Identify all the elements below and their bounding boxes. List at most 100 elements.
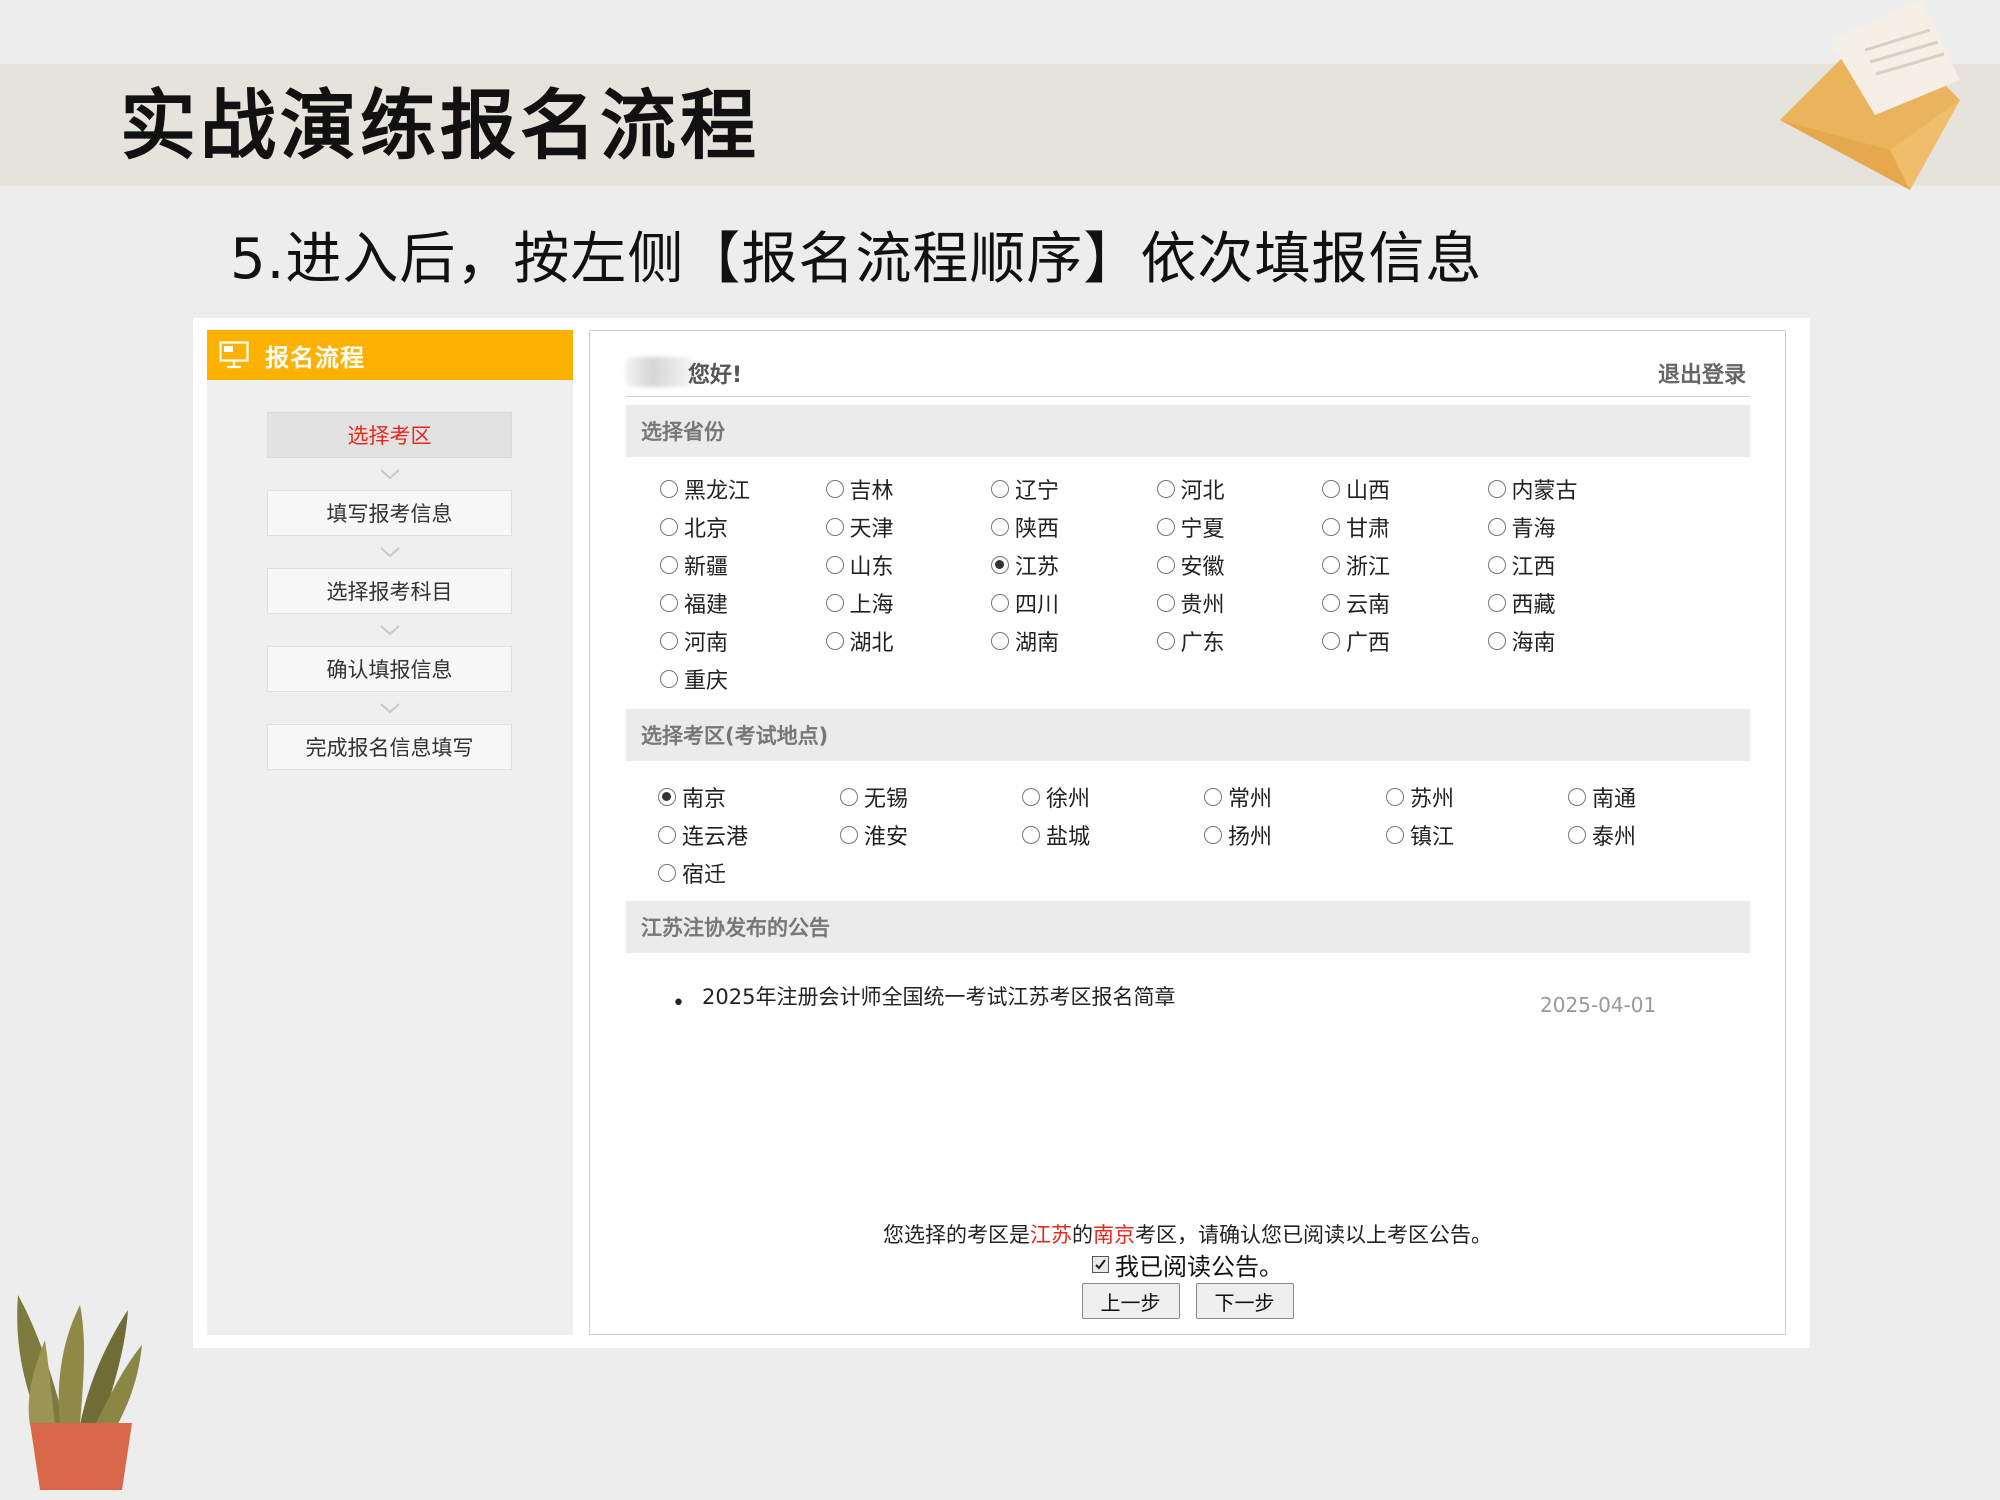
radio-circle[interactable] [825, 556, 844, 574]
province-radio[interactable]: 内蒙古 [1487, 473, 1578, 505]
province-radio[interactable]: 青海 [1487, 511, 1556, 543]
province-radio[interactable]: 宁夏 [1156, 511, 1225, 543]
province-radio[interactable]: 江苏 [991, 549, 1059, 581]
province-radio[interactable]: 西藏 [1487, 587, 1556, 619]
radio-circle[interactable] [660, 670, 678, 688]
step-complete[interactable]: 完成报名信息填写 [267, 724, 512, 770]
province-radio[interactable]: 重庆 [660, 663, 728, 695]
radio-circle[interactable] [1386, 826, 1404, 844]
radio-circle[interactable] [658, 826, 676, 844]
province-radio[interactable]: 安徽 [1156, 549, 1225, 581]
radio-circle[interactable] [1156, 632, 1175, 650]
province-radio-label: 宁夏 [1180, 517, 1225, 542]
area-radio[interactable]: 淮安 [840, 819, 908, 851]
radio-circle[interactable] [825, 518, 844, 536]
radio-circle[interactable] [840, 826, 858, 844]
radio-circle[interactable] [1156, 556, 1175, 574]
province-radio[interactable]: 广西 [1322, 625, 1390, 657]
step-select-subjects[interactable]: 选择报考科目 [267, 568, 512, 614]
radio-circle[interactable] [1568, 788, 1586, 806]
step-fill-info[interactable]: 填写报考信息 [267, 490, 512, 536]
province-radio[interactable]: 北京 [660, 511, 728, 543]
radio-circle[interactable] [658, 788, 676, 806]
area-radio[interactable]: 连云港 [658, 819, 748, 851]
radio-circle[interactable] [991, 594, 1009, 612]
province-radio[interactable]: 山东 [825, 549, 894, 581]
province-radio[interactable]: 陕西 [991, 511, 1059, 543]
radio-circle[interactable] [1568, 826, 1586, 844]
area-radio[interactable]: 无锡 [840, 781, 908, 813]
radio-circle[interactable] [1022, 788, 1040, 806]
province-radio[interactable]: 湖北 [825, 625, 894, 657]
province-radio[interactable]: 广东 [1156, 625, 1225, 657]
radio-circle[interactable] [1156, 480, 1175, 498]
radio-circle[interactable] [1204, 788, 1222, 806]
province-radio[interactable]: 辽宁 [991, 473, 1059, 505]
province-radio[interactable]: 吉林 [825, 473, 894, 505]
province-radio[interactable]: 四川 [991, 587, 1059, 619]
province-radio[interactable]: 江西 [1487, 549, 1556, 581]
area-radio[interactable]: 扬州 [1204, 819, 1272, 851]
radio-circle[interactable] [1322, 556, 1340, 574]
prev-step-button[interactable]: 上一步 [1081, 1283, 1180, 1319]
province-radio[interactable]: 新疆 [660, 549, 728, 581]
province-radio[interactable]: 河北 [1156, 473, 1225, 505]
province-radio[interactable]: 上海 [825, 587, 894, 619]
radio-circle[interactable] [1487, 594, 1506, 612]
area-radio[interactable]: 泰州 [1568, 819, 1636, 851]
province-radio[interactable]: 湖南 [991, 625, 1059, 657]
radio-circle[interactable] [1386, 788, 1404, 806]
radio-circle[interactable] [1322, 480, 1340, 498]
step-select-area[interactable]: 选择考区 [267, 412, 512, 458]
radio-circle[interactable] [1156, 518, 1175, 536]
radio-circle[interactable] [825, 594, 844, 612]
radio-circle[interactable] [660, 556, 678, 574]
radio-circle[interactable] [1022, 826, 1040, 844]
radio-circle[interactable] [660, 594, 678, 612]
province-radio[interactable]: 黑龙江 [660, 473, 750, 505]
area-radio[interactable]: 常州 [1204, 781, 1272, 813]
radio-circle[interactable] [1322, 594, 1340, 612]
radio-circle[interactable] [991, 556, 1009, 574]
step-confirm-info[interactable]: 确认填报信息 [267, 646, 512, 692]
read-notice-checkbox[interactable] [1092, 1256, 1109, 1273]
province-radio[interactable]: 河南 [660, 625, 728, 657]
notice-link[interactable]: 2025年注册会计师全国统一考试江苏考区报名简章 [702, 981, 1175, 1011]
province-radio[interactable]: 海南 [1487, 625, 1556, 657]
radio-circle[interactable] [991, 480, 1009, 498]
radio-circle[interactable] [660, 518, 678, 536]
radio-circle[interactable] [825, 480, 844, 498]
radio-circle[interactable] [840, 788, 858, 806]
area-radio[interactable]: 南京 [658, 781, 726, 813]
area-radio[interactable]: 徐州 [1022, 781, 1090, 813]
province-radio[interactable]: 福建 [660, 587, 728, 619]
radio-circle[interactable] [658, 864, 676, 882]
area-radio[interactable]: 苏州 [1386, 781, 1454, 813]
radio-circle[interactable] [991, 518, 1009, 536]
radio-circle[interactable] [1487, 632, 1506, 650]
next-step-button[interactable]: 下一步 [1195, 1283, 1294, 1319]
area-radio[interactable]: 镇江 [1386, 819, 1454, 851]
province-radio[interactable]: 天津 [825, 511, 894, 543]
radio-circle[interactable] [1156, 594, 1175, 612]
radio-circle[interactable] [1487, 556, 1506, 574]
radio-circle[interactable] [825, 632, 844, 650]
radio-circle[interactable] [991, 632, 1009, 650]
area-radio[interactable]: 盐城 [1022, 819, 1090, 851]
radio-circle[interactable] [1487, 480, 1506, 498]
logout-link[interactable]: 退出登录 [1658, 357, 1746, 389]
province-radio[interactable]: 甘肃 [1322, 511, 1390, 543]
area-radio[interactable]: 南通 [1568, 781, 1636, 813]
province-radio-label: 浙江 [1346, 555, 1391, 580]
province-radio[interactable]: 贵州 [1156, 587, 1225, 619]
radio-circle[interactable] [1204, 826, 1222, 844]
province-radio[interactable]: 浙江 [1322, 549, 1390, 581]
radio-circle[interactable] [1322, 518, 1340, 536]
radio-circle[interactable] [1487, 518, 1506, 536]
radio-circle[interactable] [1322, 632, 1340, 650]
radio-circle[interactable] [660, 480, 678, 498]
province-radio[interactable]: 山西 [1322, 473, 1390, 505]
province-radio[interactable]: 云南 [1322, 587, 1390, 619]
radio-circle[interactable] [660, 632, 678, 650]
area-radio[interactable]: 宿迁 [658, 857, 726, 889]
